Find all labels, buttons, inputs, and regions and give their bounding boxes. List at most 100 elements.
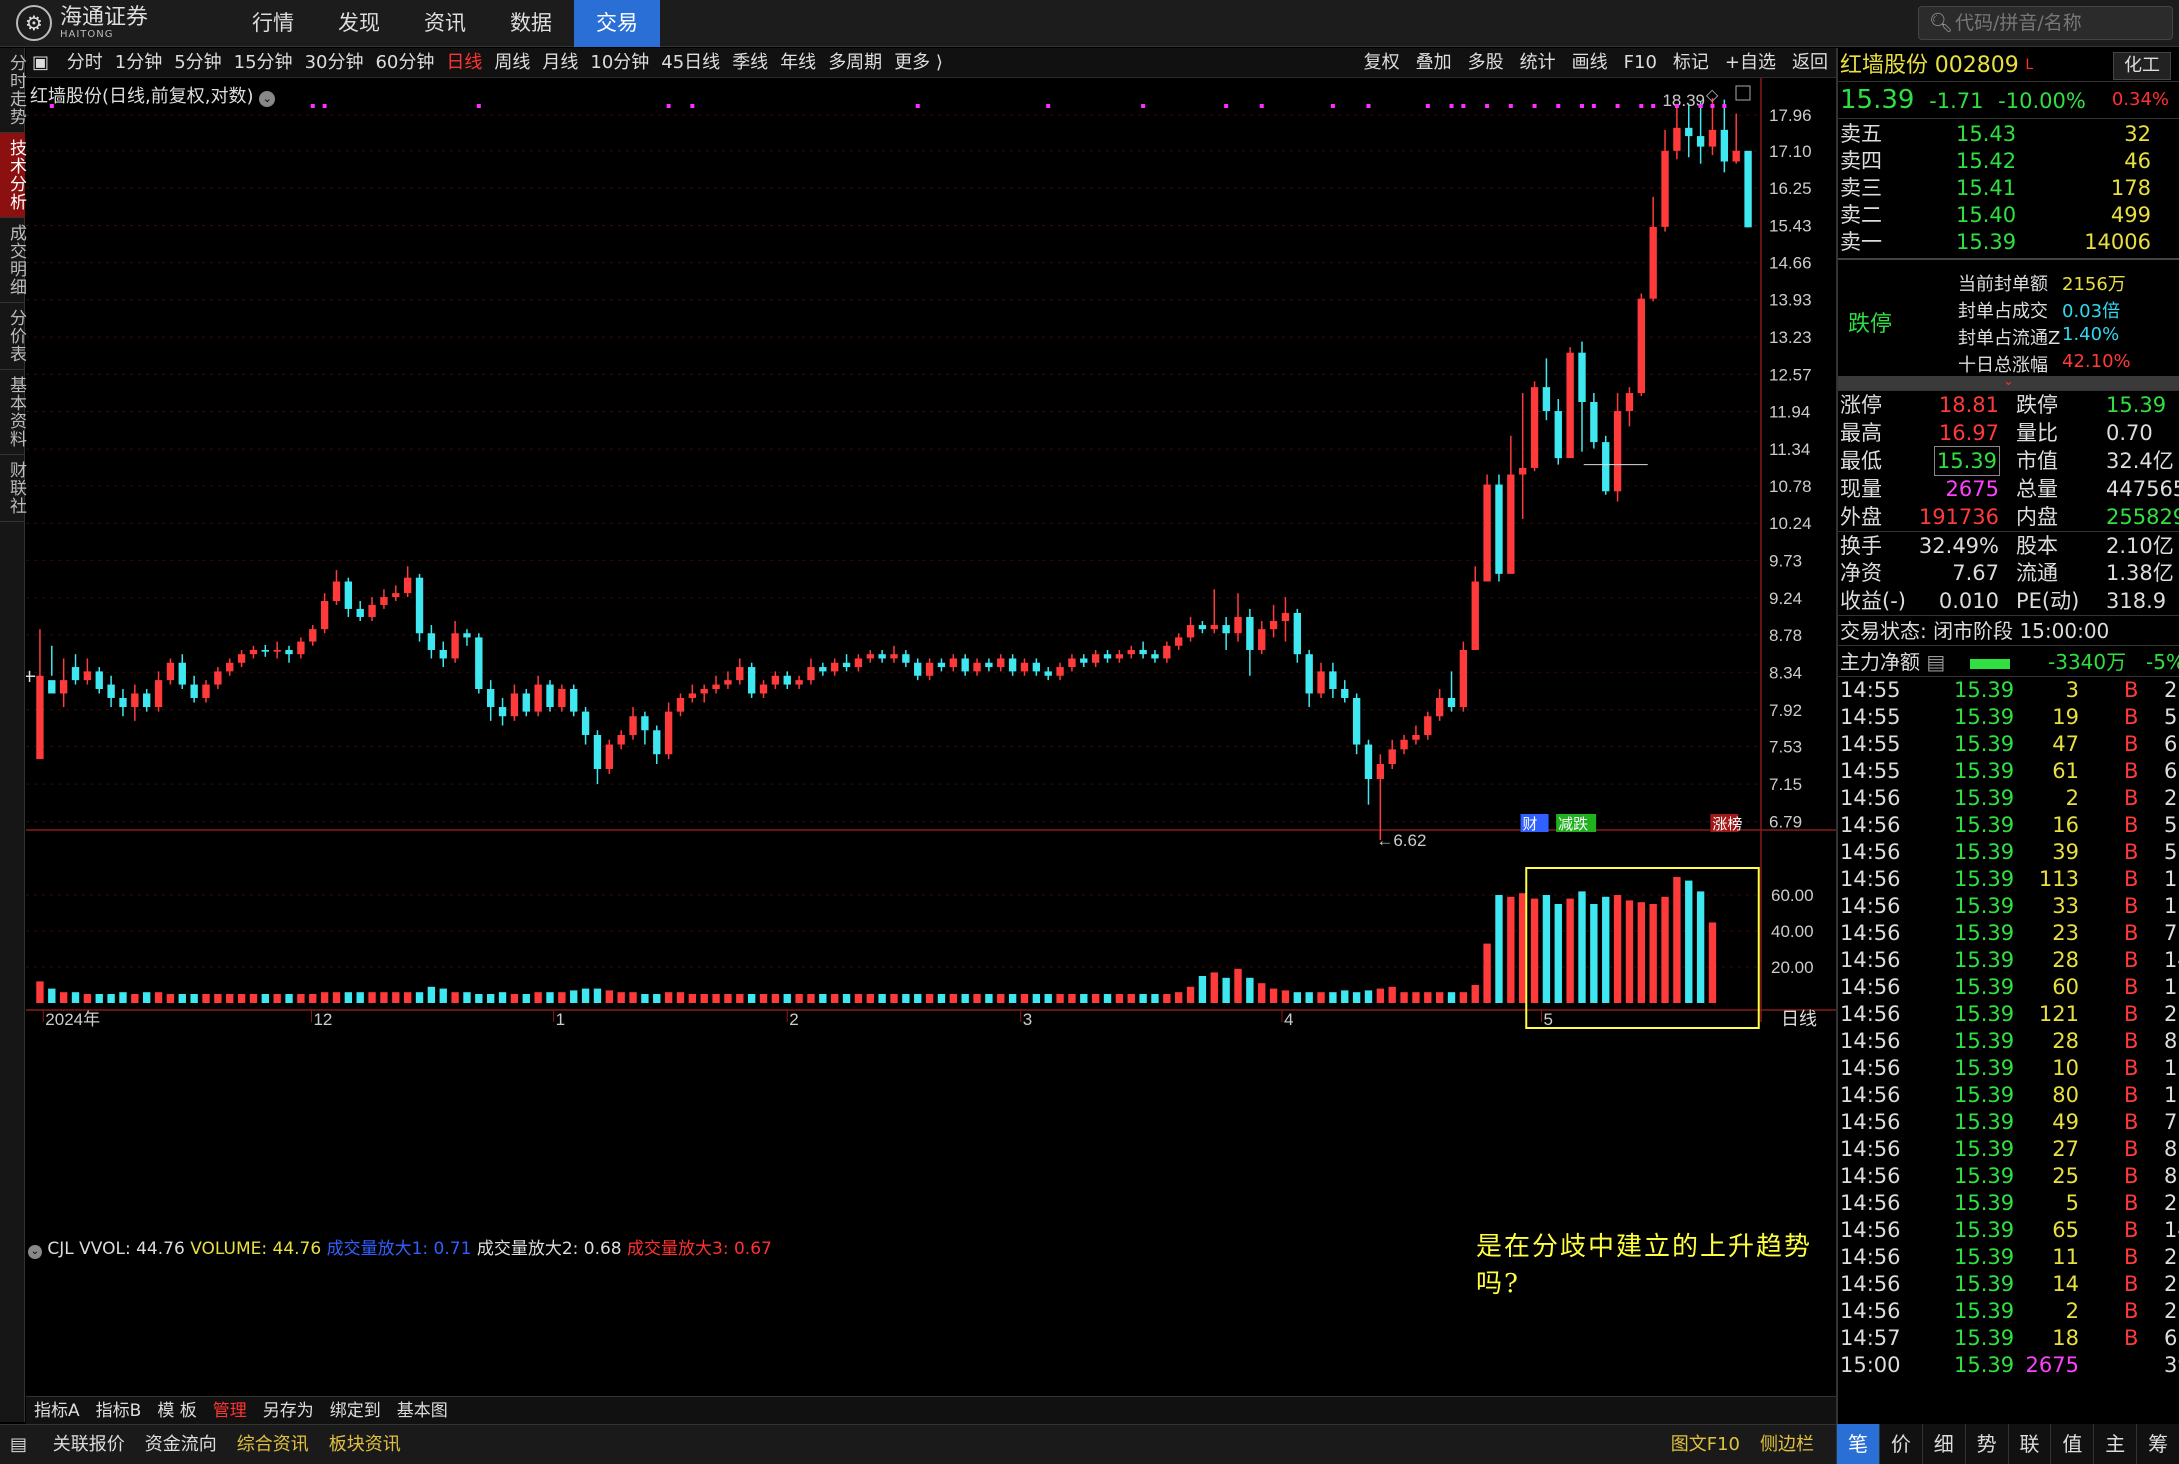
left-tab-4[interactable]: 基本资料 (0, 370, 26, 455)
candle-body[interactable] (570, 688, 578, 712)
volume-bar[interactable] (36, 981, 44, 1003)
volume-bar[interactable] (1080, 994, 1088, 1003)
volume-bar[interactable] (664, 992, 673, 1003)
statusbar-menu-icon[interactable]: ▤ (0, 1425, 37, 1464)
volume-bar[interactable] (1234, 968, 1242, 1003)
event-marker[interactable] (1449, 104, 1454, 108)
volume-bar[interactable] (1091, 994, 1100, 1003)
candle-body[interactable] (48, 680, 56, 694)
candle-body[interactable] (1115, 654, 1124, 659)
candle-body[interactable] (344, 581, 353, 609)
candle-body[interactable] (1566, 352, 1574, 459)
volume-bar[interactable] (1317, 992, 1325, 1003)
candle-body[interactable] (1412, 734, 1420, 740)
volume-bar[interactable] (178, 994, 186, 1003)
volume-bar[interactable] (285, 994, 293, 1003)
period-10[interactable]: 45日线 (655, 48, 726, 78)
volume-bar[interactable] (973, 994, 981, 1003)
volume-bar[interactable] (1305, 992, 1313, 1003)
volume-bar[interactable] (332, 992, 341, 1003)
volume-bar[interactable] (1637, 902, 1645, 1003)
volume-bar[interactable] (1246, 977, 1254, 1003)
period-11[interactable]: 季线 (726, 48, 774, 78)
left-tab-1[interactable]: 技术分析 (0, 133, 26, 218)
volume-bar[interactable] (48, 988, 56, 1003)
volume-bar[interactable] (392, 992, 400, 1003)
candle-body[interactable] (1708, 129, 1717, 147)
status-right-1[interactable]: 侧边栏 (1750, 1425, 1824, 1464)
candle-body[interactable] (724, 680, 732, 685)
period-5[interactable]: 60分钟 (369, 48, 440, 78)
quote-tab-1[interactable]: 价 (1878, 1424, 1922, 1464)
volume-bar[interactable] (475, 994, 483, 1003)
volume-bar[interactable] (534, 992, 542, 1003)
candle-body[interactable] (285, 649, 293, 655)
candle-body[interactable] (1483, 484, 1491, 582)
candle-body[interactable] (842, 662, 851, 668)
candle-body[interactable] (961, 658, 969, 672)
volume-bar[interactable] (558, 992, 566, 1003)
volume-bar[interactable] (451, 992, 459, 1003)
candle-body[interactable] (1352, 697, 1361, 745)
candle-body[interactable] (154, 680, 163, 708)
volume-bar[interactable] (1364, 990, 1373, 1003)
kline-chart-svg[interactable]: 17.96 17.10 16.25 15.43 14.66 13.93 13.23 12.57… (26, 78, 1836, 1396)
candle-body[interactable] (522, 693, 530, 712)
seal-expand-icon[interactable]: ⌄ (1838, 375, 2179, 390)
volume-bar[interactable] (214, 994, 222, 1003)
event-marker[interactable] (1532, 104, 1537, 108)
candle-body[interactable] (1625, 393, 1634, 412)
topnav-item-1[interactable]: 发现 (316, 0, 402, 47)
candle-body[interactable] (368, 604, 376, 617)
candle-body[interactable] (1542, 387, 1551, 412)
candle-body[interactable] (997, 658, 1005, 668)
volume-bar[interactable] (688, 994, 697, 1003)
candle-body[interactable] (1661, 150, 1669, 227)
candle-body[interactable] (712, 684, 720, 689)
volume-bar[interactable] (95, 994, 103, 1003)
candle-body[interactable] (403, 577, 412, 594)
volume-bar[interactable] (914, 994, 922, 1003)
candle-body[interactable] (783, 675, 791, 685)
candle-body[interactable] (143, 693, 151, 708)
left-tab-2[interactable]: 成交明细 (0, 218, 26, 303)
quote-tab-4[interactable]: 联 (2007, 1424, 2051, 1464)
candle-body[interactable] (1685, 127, 1693, 137)
event-marker[interactable] (1485, 104, 1490, 108)
candle-body[interactable] (878, 654, 886, 659)
volume-bar[interactable] (937, 994, 946, 1003)
volume-bar[interactable] (83, 994, 92, 1003)
toolbar-button-3[interactable]: 统计 (1512, 48, 1564, 78)
quote-tab-5[interactable]: 值 (2050, 1424, 2093, 1464)
topnav-item-4[interactable]: 交易 (574, 0, 660, 47)
volume-bar[interactable] (1696, 891, 1705, 1003)
volume-bar[interactable] (1471, 985, 1479, 1003)
toolbar-button-6[interactable]: 标记 (1665, 48, 1717, 78)
candle-body[interactable] (1056, 667, 1064, 676)
candle-body[interactable] (119, 697, 127, 708)
volume-bar[interactable] (1435, 992, 1444, 1003)
candle-body[interactable] (510, 693, 519, 717)
indicator-tab-6[interactable]: 基本图 (389, 1397, 456, 1425)
volume-bar[interactable] (427, 986, 436, 1003)
volume-bar[interactable] (1554, 904, 1562, 1003)
volume-bar[interactable] (700, 994, 708, 1003)
chart-dropdown-icon[interactable]: ⌄ (259, 91, 276, 107)
candle-body[interactable] (949, 658, 957, 668)
volume-bar[interactable] (1649, 904, 1657, 1003)
volume-bar[interactable] (1163, 994, 1171, 1003)
candle-body[interactable] (902, 654, 910, 663)
volume-bar[interactable] (237, 994, 246, 1003)
volume-bar[interactable] (522, 994, 530, 1003)
volume-bar[interactable] (1293, 992, 1301, 1003)
quote-tab-2[interactable]: 细 (1921, 1424, 1965, 1464)
volume-bar[interactable] (1103, 994, 1112, 1003)
toolbar-button-1[interactable]: 叠加 (1408, 48, 1460, 78)
candle-body[interactable] (1269, 620, 1278, 630)
volume-bar[interactable] (1388, 986, 1396, 1003)
event-marker[interactable] (1698, 104, 1703, 108)
event-marker[interactable] (1508, 104, 1513, 108)
status-item-3[interactable]: 板块资讯 (319, 1425, 411, 1464)
candle-body[interactable] (1744, 150, 1752, 228)
volume-bar[interactable] (59, 992, 68, 1003)
